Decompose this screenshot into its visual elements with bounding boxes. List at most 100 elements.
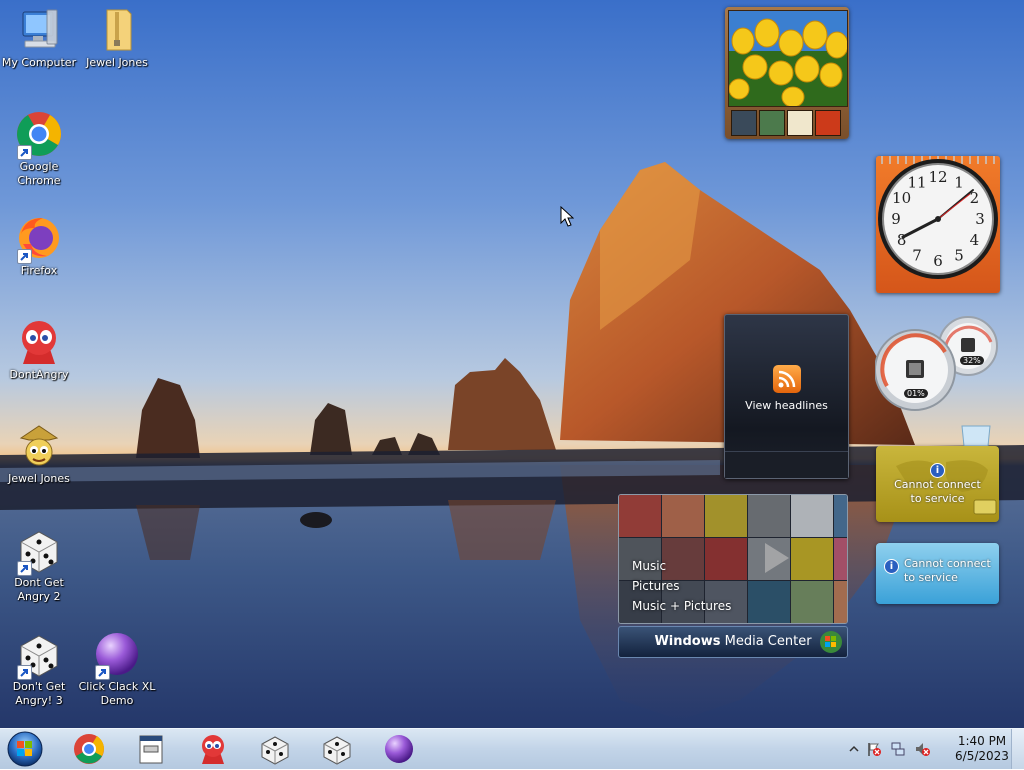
volume-muted-icon[interactable] — [914, 741, 930, 757]
analog-clock: 12 1234567891011 — [878, 156, 998, 279]
clock-numeral: 8 — [897, 231, 907, 249]
network-icon[interactable] — [890, 741, 906, 757]
clock-time: 1:40 PM — [957, 734, 1007, 748]
desktop-icon-label: Jewel Jones — [8, 472, 70, 485]
menu-item-music-pictures[interactable]: Music + Pictures — [632, 596, 731, 616]
taskbar: 1:40 PM 6/5/2023 — [0, 728, 1024, 769]
taskbar-click-clack-button[interactable] — [374, 732, 424, 766]
currency-gadget[interactable]: i Cannot connect to service — [876, 543, 999, 604]
desktop-icon-google-chrome[interactable]: Google Chrome — [0, 110, 78, 188]
desktop-icon-label: Don't Get Angry! 3 — [12, 680, 66, 707]
wallpaper — [0, 162, 1024, 720]
clock-numeral: 6 — [933, 252, 943, 270]
thumbnail[interactable] — [759, 110, 785, 136]
purple-ball-icon — [93, 630, 141, 680]
feed-gadget-footer — [725, 451, 848, 478]
weather-gadget[interactable]: i Cannot connect to service — [876, 446, 999, 522]
taskbar-chrome-button[interactable] — [64, 732, 114, 766]
desktop-icon-jewel-jones[interactable]: Jewel Jones — [0, 422, 78, 486]
menu-item-pictures[interactable]: Pictures — [632, 576, 731, 596]
taskbar-document-button[interactable] — [126, 732, 176, 766]
action-center-flag-icon[interactable] — [866, 741, 882, 757]
media-center-menu: Music Pictures Music + Pictures — [632, 556, 731, 616]
clock-numeral: 1 — [954, 174, 964, 192]
red-game-piece-icon — [202, 735, 224, 764]
show-desktop-button[interactable] — [1011, 729, 1024, 769]
windows-orb-icon — [820, 631, 842, 653]
chrome-icon — [74, 734, 104, 764]
clock-numeral: 9 — [891, 210, 901, 228]
desktop-icon-label: Click Clack XL Demo — [78, 680, 156, 707]
slideshow-thumbnails[interactable] — [731, 110, 843, 139]
windows-start-orb-icon — [7, 731, 43, 767]
clock-date-display[interactable]: 1:40 PM 6/5/2023 — [950, 734, 1014, 764]
taskbar-dice-button-1[interactable] — [250, 732, 300, 766]
show-hidden-icons-chevron-up-icon[interactable] — [846, 741, 862, 757]
menu-item-music[interactable]: Music — [632, 556, 731, 576]
dice-icon — [15, 630, 63, 680]
computer-icon — [15, 6, 63, 54]
mouse-cursor-icon — [560, 206, 574, 227]
clock-numeral: 12 — [928, 168, 947, 186]
red-game-piece-icon — [15, 318, 63, 366]
currency-status-message: Cannot connect to service — [904, 557, 991, 584]
system-tray: 1:40 PM 6/5/2023 — [846, 729, 1024, 769]
clock-numeral: 10 — [892, 189, 911, 207]
dice-icon — [261, 736, 289, 765]
start-button[interactable] — [6, 731, 44, 767]
clock-numeral: 7 — [912, 246, 922, 264]
clock-gadget[interactable]: 12 1 2 3 4 5 6 7 8 9 10 11 — [876, 156, 1000, 293]
dice-icon — [323, 736, 351, 765]
media-center-title-bold: Windows — [654, 634, 721, 649]
memory-usage-readout: 32% — [960, 356, 984, 365]
window-document-icon — [139, 735, 163, 764]
info-icon: i — [930, 463, 945, 478]
desktop-icon-label: Jewel Jones — [86, 56, 148, 69]
firefox-icon — [15, 214, 63, 264]
shortcut-arrow-icon — [95, 665, 110, 680]
desktop-icon-dont-get-angry-2[interactable]: Dont Get Angry 2 — [0, 526, 78, 604]
media-center-title: Media Center — [720, 634, 812, 649]
media-center-gadget[interactable]: Music Pictures Music + Pictures Windows … — [618, 494, 848, 658]
shortcut-arrow-icon — [17, 145, 32, 160]
view-headlines-link[interactable]: View headlines — [725, 399, 848, 412]
cpu-usage-readout: 01% — [904, 389, 928, 398]
desktop[interactable]: My Computer Jewel Jones Google Chrome Fi… — [0, 0, 1024, 728]
shortcut-arrow-icon — [17, 665, 32, 680]
tulips-photo — [728, 10, 848, 107]
recycle-bin-icon[interactable] — [958, 424, 994, 446]
media-center-launch-bar[interactable]: Windows Media Center — [618, 626, 848, 658]
desktop-icon-dontangry[interactable]: DontAngry — [0, 318, 78, 382]
desktop-icon-my-computer[interactable]: My Computer — [0, 6, 78, 70]
desktop-icon-label: My Computer — [1, 56, 77, 69]
desktop-icon-label: DontAngry — [9, 368, 69, 381]
chrome-icon — [15, 110, 63, 160]
feed-headlines-gadget[interactable]: View headlines — [724, 314, 849, 479]
taskbar-dice-button-2[interactable] — [312, 732, 362, 766]
thumbnail[interactable] — [787, 110, 813, 136]
shortcut-arrow-icon — [17, 249, 32, 264]
desktop-icon-jewel-jones-folder[interactable]: Jewel Jones — [78, 6, 156, 70]
purple-ball-icon — [385, 735, 413, 763]
taskbar-dontangry-button[interactable] — [188, 732, 238, 766]
desktop-icon-label: Dont Get Angry 2 — [14, 576, 64, 603]
clock-numeral: 3 — [975, 210, 985, 228]
slideshow-gadget[interactable] — [725, 7, 849, 139]
clock-numeral: 5 — [954, 246, 964, 264]
desktop-icon-dont-get-angry-3[interactable]: Don't Get Angry! 3 — [0, 630, 78, 708]
thumbnail[interactable] — [731, 110, 757, 136]
jewel-jones-character-icon — [15, 422, 63, 470]
dice-icon — [15, 526, 63, 576]
rss-icon — [772, 365, 801, 393]
desktop-icon-firefox[interactable]: Firefox — [0, 214, 78, 278]
desktop-icon-click-clack-xl-demo[interactable]: Click Clack XL Demo — [78, 630, 156, 708]
cpu-meter-gadget[interactable]: 32% 01% — [874, 316, 1001, 412]
desktop-icon-label: Google Chrome — [17, 160, 61, 187]
shortcut-arrow-icon — [17, 561, 32, 576]
thumbnail[interactable] — [815, 110, 841, 136]
zip-folder-icon — [93, 6, 141, 54]
clock-numeral: 4 — [970, 231, 980, 249]
info-icon: i — [884, 559, 899, 574]
desktop-icon-label: Firefox — [20, 264, 58, 277]
clock-date: 6/5/2023 — [955, 749, 1009, 763]
